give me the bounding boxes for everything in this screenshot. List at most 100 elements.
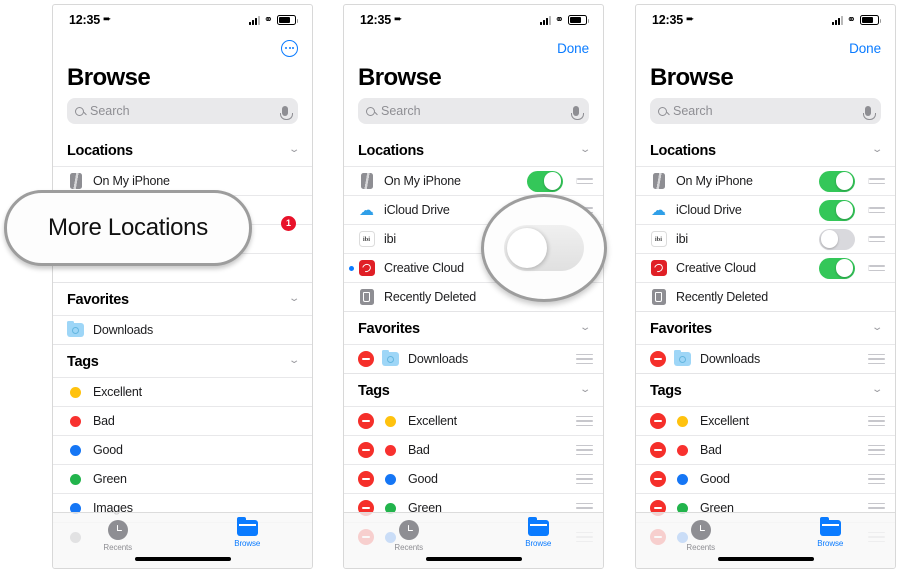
- wifi-icon: ⚭: [554, 13, 564, 26]
- list-item-label: Recently Deleted: [384, 290, 476, 304]
- chevron-down-icon[interactable]: ⌄: [871, 385, 883, 395]
- wifi-icon: ⚭: [263, 13, 273, 26]
- search-input[interactable]: Search: [358, 98, 589, 124]
- section-header-tags[interactable]: Tags ⌄: [636, 373, 895, 406]
- drag-handle-icon[interactable]: [868, 415, 885, 427]
- tab-label: Browse: [525, 539, 552, 548]
- icloud-icon: ☁: [651, 201, 666, 219]
- drag-handle-icon[interactable]: [868, 444, 885, 456]
- section-header-favorites[interactable]: Favorites ⌄: [53, 282, 312, 315]
- row-accessories: [527, 170, 593, 192]
- remove-button[interactable]: [358, 471, 374, 487]
- drag-handle-icon[interactable]: [868, 177, 885, 185]
- toggle-creative-cloud[interactable]: [819, 257, 855, 279]
- chevron-down-icon[interactable]: ⌄: [288, 294, 300, 304]
- list-item[interactable]: On My iPhone: [636, 166, 895, 195]
- cellular-signal-icon: [248, 15, 260, 25]
- done-button[interactable]: Done: [849, 41, 881, 56]
- remove-button[interactable]: [650, 351, 666, 367]
- battery-icon: [277, 15, 298, 25]
- remove-button[interactable]: [358, 442, 374, 458]
- section-header-locations[interactable]: Locations ⌄: [636, 134, 895, 166]
- list-item[interactable]: Good: [344, 464, 603, 493]
- chevron-down-icon[interactable]: ⌄: [579, 145, 591, 155]
- list-item[interactable]: Good: [636, 464, 895, 493]
- list-item-label: Bad: [93, 414, 115, 428]
- list-item[interactable]: Downloads: [636, 344, 895, 373]
- tag-color-dot: [67, 415, 84, 427]
- home-indicator[interactable]: [134, 556, 231, 561]
- more-options-icon[interactable]: [281, 39, 298, 57]
- list-item[interactable]: Bad: [344, 435, 603, 464]
- page-title: Browse: [650, 64, 734, 91]
- microphone-icon[interactable]: [862, 106, 876, 120]
- home-indicator[interactable]: [717, 556, 814, 561]
- list-item[interactable]: ibi ibi: [636, 224, 895, 253]
- chevron-down-icon[interactable]: ⌄: [579, 385, 591, 395]
- list-item[interactable]: Downloads: [344, 344, 603, 373]
- phone-screen-3: 12:35 ➨ ⚭ Done Browse Search Locations ⌄: [635, 4, 896, 569]
- nav-bar-1: [53, 35, 312, 61]
- section-header-locations[interactable]: Locations ⌄: [344, 134, 603, 166]
- list-item-label: iCloud Drive: [384, 203, 450, 217]
- remove-button[interactable]: [358, 413, 374, 429]
- drag-handle-icon[interactable]: [576, 444, 593, 456]
- drag-handle-icon[interactable]: [576, 177, 593, 185]
- toggle-on-my-iphone[interactable]: [819, 170, 855, 192]
- section-header-favorites[interactable]: Favorites ⌄: [636, 311, 895, 344]
- section-header-tags[interactable]: Tags ⌄: [344, 373, 603, 406]
- list-item[interactable]: On My iPhone: [344, 166, 603, 195]
- list-item[interactable]: Green: [53, 464, 312, 493]
- drag-handle-icon[interactable]: [576, 473, 593, 485]
- list-item[interactable]: Bad: [636, 435, 895, 464]
- drag-handle-icon[interactable]: [868, 264, 885, 272]
- list-item[interactable]: Good: [53, 435, 312, 464]
- remove-button[interactable]: [650, 471, 666, 487]
- list-item[interactable]: Downloads: [53, 315, 312, 344]
- drag-handle-icon[interactable]: [576, 353, 593, 365]
- home-indicator[interactable]: [425, 556, 522, 561]
- microphone-icon[interactable]: [570, 106, 584, 120]
- callout-label: More Locations: [48, 214, 208, 241]
- remove-button[interactable]: [650, 442, 666, 458]
- list-item[interactable]: Excellent: [344, 406, 603, 435]
- list-item-label: Excellent: [700, 414, 749, 428]
- search-input[interactable]: Search: [67, 98, 298, 124]
- chevron-down-icon[interactable]: ⌄: [579, 323, 591, 333]
- microphone-icon[interactable]: [279, 106, 293, 120]
- drag-handle-icon[interactable]: [576, 415, 593, 427]
- list-item-label: iCloud Drive: [676, 203, 742, 217]
- done-button[interactable]: Done: [557, 41, 589, 56]
- list-item[interactable]: ☁ iCloud Drive: [636, 195, 895, 224]
- clock-icon: [690, 520, 711, 540]
- search-placeholder: Search: [673, 104, 713, 118]
- drag-handle-icon[interactable]: [868, 353, 885, 365]
- list-item[interactable]: Recently Deleted: [636, 282, 895, 311]
- drag-handle-icon[interactable]: [868, 206, 885, 214]
- remove-button[interactable]: [650, 413, 666, 429]
- toggle-icloud-drive[interactable]: [819, 199, 855, 221]
- toggle-ibi[interactable]: [819, 228, 855, 250]
- chevron-down-icon[interactable]: ⌄: [288, 356, 300, 366]
- section-header-tags[interactable]: Tags ⌄: [53, 344, 312, 377]
- nav-bar-2: Done: [344, 35, 603, 61]
- iphone-icon: [358, 173, 375, 189]
- list-item[interactable]: Excellent: [53, 377, 312, 406]
- remove-button[interactable]: [358, 351, 374, 367]
- drag-handle-icon[interactable]: [868, 235, 885, 243]
- location-arrow-icon: ➨: [685, 13, 695, 25]
- section-title: Locations: [67, 143, 133, 159]
- toggle-on-my-iphone[interactable]: [527, 170, 563, 192]
- chevron-down-icon[interactable]: ⌄: [871, 323, 883, 333]
- section-header-favorites[interactable]: Favorites ⌄: [344, 311, 603, 344]
- chevron-down-icon[interactable]: ⌄: [871, 145, 883, 155]
- section-title: Tags: [358, 383, 390, 399]
- search-input[interactable]: Search: [650, 98, 881, 124]
- tab-bar: Recents Browse: [636, 512, 895, 568]
- drag-handle-icon[interactable]: [868, 473, 885, 485]
- list-item[interactable]: Excellent: [636, 406, 895, 435]
- list-item[interactable]: Creative Cloud: [636, 253, 895, 282]
- section-header-locations[interactable]: Locations ⌄: [53, 134, 312, 166]
- chevron-down-icon[interactable]: ⌄: [288, 145, 300, 155]
- list-item[interactable]: Bad: [53, 406, 312, 435]
